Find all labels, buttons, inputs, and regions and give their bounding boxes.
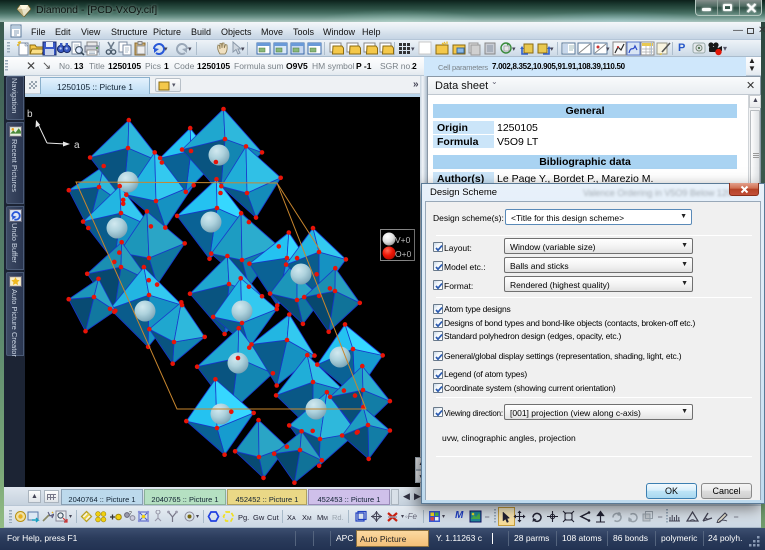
svg-text:a: a [74, 140, 80, 151]
svg-text:V+0: V+0 [395, 235, 411, 245]
svg-text:b: b [27, 109, 33, 120]
svg-text:O+0: O+0 [395, 249, 412, 259]
svg-text:?: ? [129, 511, 132, 517]
